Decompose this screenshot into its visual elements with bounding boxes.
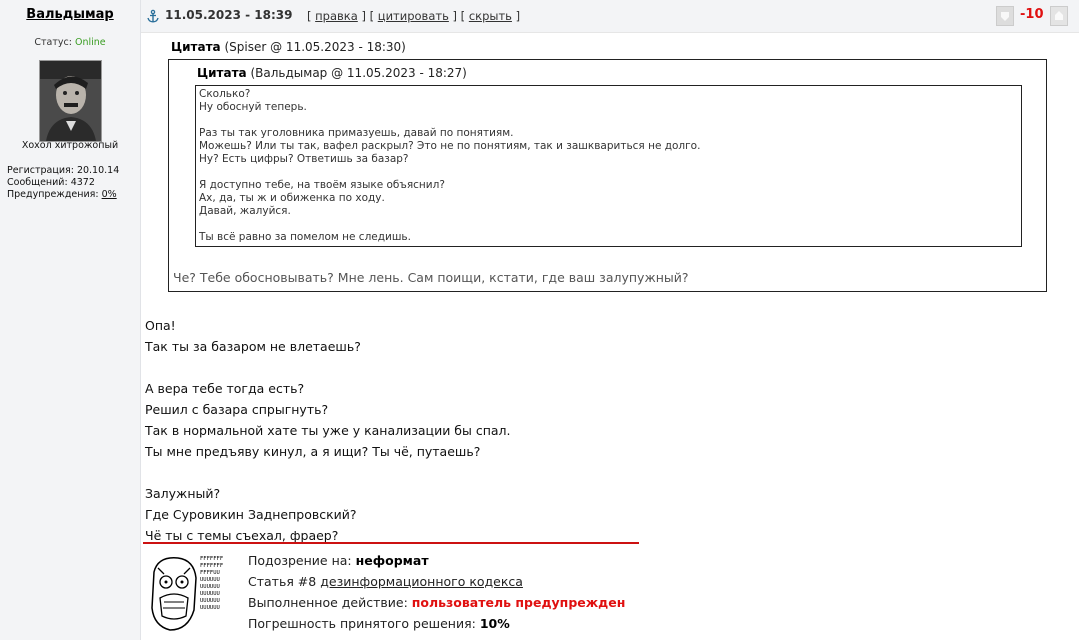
post-body: Опа! Так ты за базаром не влетаешь? А ве…: [145, 318, 511, 543]
inner-quote-text: Сколько? Ну обоснуй теперь. Раз ты так у…: [199, 88, 701, 243]
rage-caption-3: FFFFUU: [200, 570, 220, 576]
outer-quote-header: Цитата (Spiser @ 11.05.2023 - 18:30): [171, 40, 406, 54]
rage-face-image: FFFFFFF FFFFFFF FFFFUU UUUUUU UUUUUU UUU…: [148, 552, 228, 640]
edit-link[interactable]: правка: [315, 9, 358, 23]
outer-quote-reply: Че? Тебе обосновывать? Мне лень. Сам пои…: [173, 270, 689, 285]
inner-quote-header: Цитата (Вальдымар @ 11.05.2023 - 18:27): [197, 66, 467, 80]
inner-quote: Сколько? Ну обоснуй теперь. Раз ты так у…: [195, 85, 1022, 247]
anchor-icon[interactable]: [146, 8, 160, 23]
status-online: Online: [74, 37, 106, 48]
outer-quote: Цитата (Вальдымар @ 11.05.2023 - 18:27) …: [168, 59, 1047, 292]
inner-quote-label: Цитата: [197, 66, 247, 80]
rage-caption-7: UUUUUU: [200, 598, 220, 604]
moderation-info: Подозрение на: неформат Статья #8 дезинф…: [248, 550, 625, 634]
user-title: Хохол хитрожопый: [21, 140, 119, 151]
rage-caption-1: FFFFFFF: [200, 556, 223, 562]
post-date: 11.05.2023 - 18:39: [165, 8, 293, 22]
inner-quote-meta: (Вальдымар @ 11.05.2023 - 18:27): [250, 66, 467, 80]
article-link[interactable]: дезинформационного кодекса: [320, 574, 523, 589]
warnings-link[interactable]: 0%: [102, 189, 117, 200]
user-panel: Вальдымар Статус: Online Хохол хитрожопы…: [0, 0, 141, 640]
rage-caption-8: UUUUUU: [200, 605, 220, 611]
quote-link[interactable]: цитировать: [378, 9, 449, 23]
status-label: Статус:: [34, 37, 72, 48]
user-stats: Регистрация: 20.10.14 Сообщений: 4372 Пр…: [7, 165, 119, 201]
avatar: [39, 60, 102, 142]
vote-down-icon[interactable]: [996, 6, 1014, 26]
rage-caption-4: UUUUUU: [200, 577, 220, 583]
stat-registration: Регистрация: 20.10.14: [7, 165, 120, 176]
rage-caption-5: UUUUUU: [200, 584, 220, 590]
rage-caption-6: UUUUUU: [200, 591, 220, 597]
stat-warnings: Предупреждения: 0%: [7, 189, 117, 200]
moderation-suspicion: Подозрение на: неформат: [248, 553, 429, 568]
moderation-error: Погрешность принятого решения: 10%: [248, 616, 510, 631]
stat-messages: Сообщений: 4372: [7, 177, 95, 188]
moderation-article: Статья #8 дезинформационного кодекса: [248, 574, 523, 589]
user-status: Статус: Online: [0, 37, 140, 48]
hide-link[interactable]: скрыть: [469, 9, 512, 23]
outer-quote-meta: (Spiser @ 11.05.2023 - 18:30): [224, 40, 406, 54]
vote-up-icon[interactable]: [1050, 6, 1068, 26]
post-rating: -10: [1020, 7, 1044, 22]
outer-quote-label: Цитата: [171, 40, 221, 54]
rage-caption-2: FFFFFFF: [200, 563, 223, 569]
moderation-action: Выполненное действие: пользователь преду…: [248, 595, 626, 610]
moderation-divider: [143, 542, 639, 544]
post-actions: [ правка ] [ цитировать ] [ скрыть ]: [307, 9, 521, 23]
post-header: 11.05.2023 - 18:39 [ правка ] [ цитирова…: [141, 0, 1079, 33]
username-link[interactable]: Вальдымар: [0, 7, 140, 22]
